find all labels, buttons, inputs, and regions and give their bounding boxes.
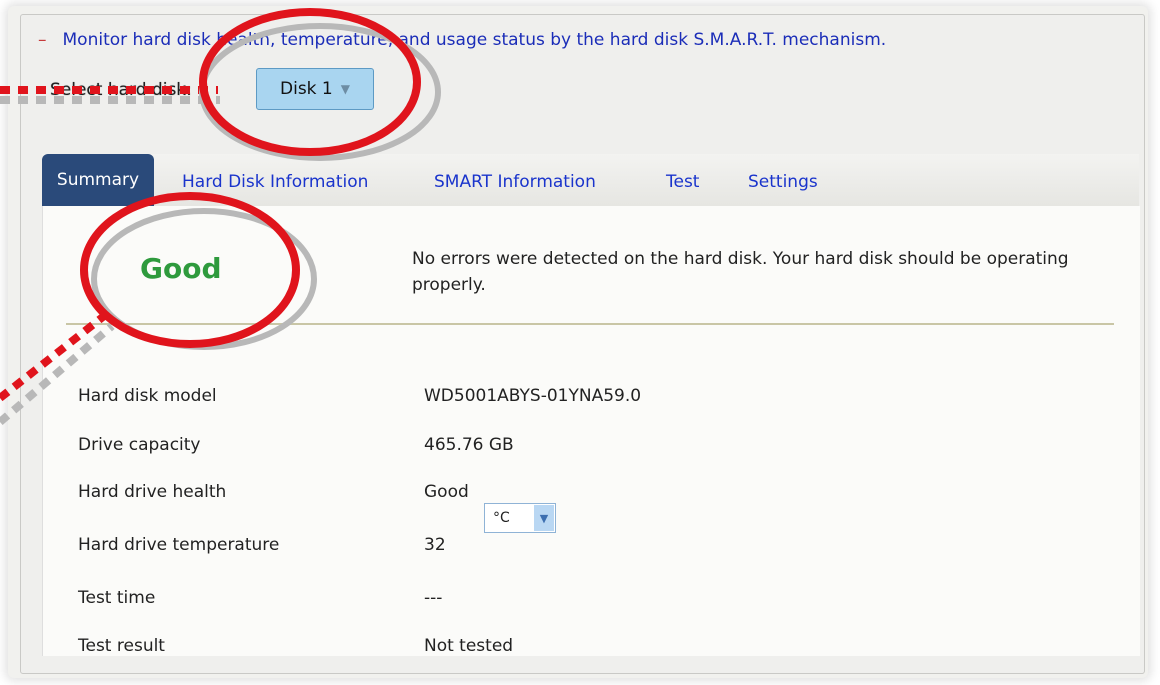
row-value-model: WD5001ABYS-01YNA59.0 (424, 386, 642, 406)
row-label-test-time: Test time (78, 588, 156, 608)
row-value-test-result: Not tested (424, 636, 514, 656)
tab-bar: Summary Hard Disk Information SMART Info… (42, 154, 1139, 207)
row-value-test-time: --- (424, 588, 443, 608)
disk-select-value: Disk 1 (280, 79, 333, 99)
row-label-model: Hard disk model (78, 386, 217, 406)
panel-description: – Monitor hard disk health, temperature, … (38, 30, 886, 50)
row-label-health: Hard drive health (78, 482, 227, 502)
temperature-unit-value: °C (493, 510, 510, 526)
row-label-temperature: Hard drive temperature (78, 535, 280, 555)
tab-test[interactable]: Test (666, 172, 699, 192)
tab-settings[interactable]: Settings (748, 172, 818, 192)
tab-smart-information[interactable]: SMART Information (434, 172, 596, 192)
tab-hard-disk-information[interactable]: Hard Disk Information (182, 172, 368, 192)
row-value-temperature: 32 (424, 535, 446, 555)
chevron-down-icon: ▼ (340, 82, 350, 96)
row-value-capacity: 465.76 GB (424, 435, 514, 455)
disk-select-dropdown[interactable]: Disk 1 ▼ (256, 68, 374, 110)
collapse-icon[interactable]: – (38, 30, 47, 50)
health-status: Good (140, 252, 222, 285)
divider (66, 323, 1114, 325)
temperature-unit-select[interactable]: °C ▼ (484, 503, 556, 533)
row-label-test-result: Test result (78, 636, 165, 656)
row-value-health: Good (424, 482, 469, 502)
row-label-capacity: Drive capacity (78, 435, 201, 455)
health-message: No errors were detected on the hard disk… (412, 249, 1069, 295)
disk-select-label: Select hard disk: (50, 80, 192, 100)
tab-summary[interactable]: Summary (42, 154, 154, 206)
chevron-down-icon[interactable]: ▼ (534, 505, 554, 531)
description-text: Monitor hard disk health, temperature, a… (62, 30, 887, 50)
